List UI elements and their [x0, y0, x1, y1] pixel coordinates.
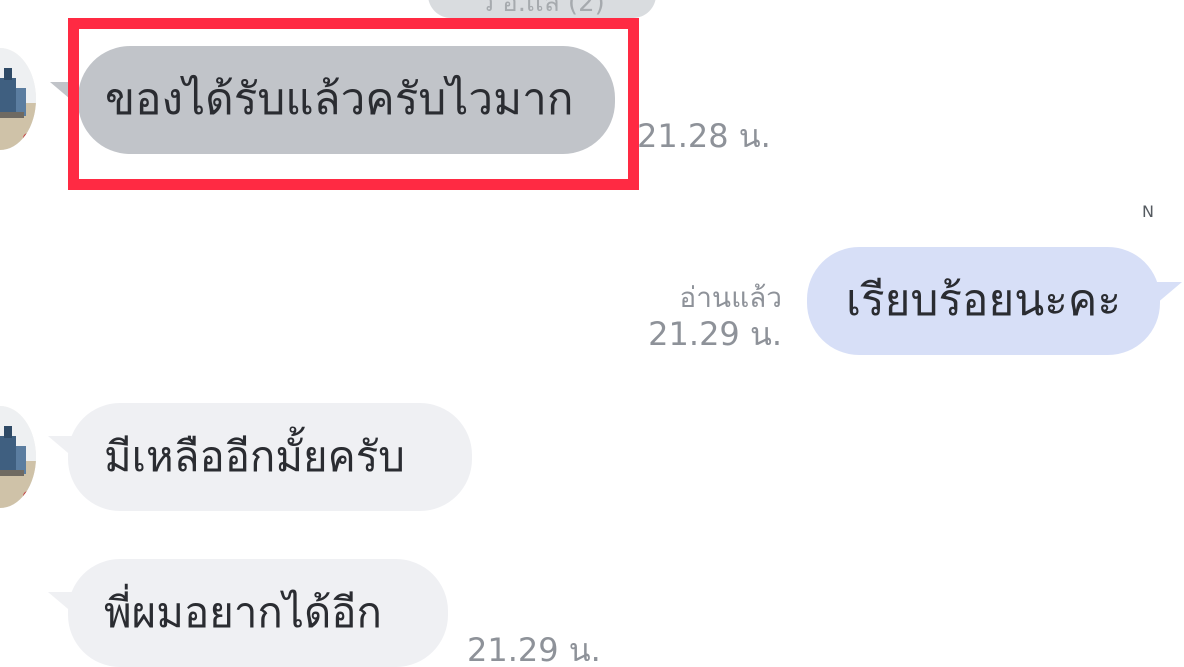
message-bubble[interactable]: เรียบร้อยนะคะ: [807, 247, 1160, 355]
message-text: พี่ผมอยากได้อีก: [104, 588, 382, 637]
message-time: 21.29 น.: [648, 315, 782, 353]
contact-avatar[interactable]: [0, 406, 36, 508]
bubble-tail: [1156, 282, 1182, 304]
contact-avatar[interactable]: [0, 48, 36, 150]
message-bubble[interactable]: พี่ผมอยากได้อีก: [68, 559, 448, 667]
avatar-photo-icon: [0, 48, 36, 150]
message-time: 21.29 น.: [467, 631, 601, 667]
selection-highlight-box: [68, 18, 639, 190]
avatar-photo-icon: [0, 406, 36, 508]
previous-message-fragment[interactable]: ว อ.เเล (2): [428, 0, 656, 18]
read-receipt: อ่านแล้ว: [679, 281, 782, 314]
message-bubble[interactable]: มีเหลืออีกมั้ยครับ: [68, 403, 472, 511]
previous-message-text: ว อ.เเล (2): [479, 0, 605, 18]
message-text: มีเหลืออีกมั้ยครับ: [104, 432, 405, 481]
status-indicator: N: [1142, 202, 1154, 221]
chat-view: ว อ.เเล (2) ของได้รับแล้วครับไวมาก 21.28…: [0, 0, 1184, 667]
message-text: เรียบร้อยนะคะ: [846, 275, 1121, 326]
message-time: 21.28 น.: [637, 117, 771, 155]
message-meta: อ่านแล้ว 21.29 น.: [640, 280, 782, 352]
